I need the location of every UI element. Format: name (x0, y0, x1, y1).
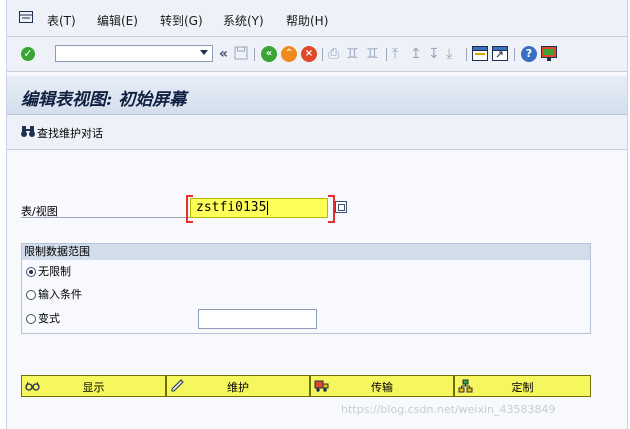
cancel-icon[interactable]: × (301, 46, 317, 62)
enter-icon[interactable]: ✓ (21, 47, 35, 61)
application-toolbar: 查找维护对话 (7, 115, 627, 150)
command-field[interactable] (55, 45, 213, 62)
radio-label: 无限制 (38, 265, 71, 278)
toolbar-separator (322, 48, 323, 61)
collapse-icon[interactable]: « (219, 46, 228, 62)
required-field-marker (328, 195, 335, 223)
menu-goto[interactable]: 转到(G) (160, 12, 203, 29)
maintain-button-label: 维护 (227, 381, 249, 394)
restrict-data-range-group: 限制数据范围 无限制 输入条件 变式 (21, 243, 591, 334)
system-menu-icon[interactable] (19, 11, 33, 23)
customize-button[interactable]: 定制 (454, 375, 591, 397)
sap-window: 表(T) 编辑(E) 转到(G) 系统(Y) 帮助(H) ✓ « « ⌃ × ⎙… (6, 0, 628, 429)
group-title: 限制数据范围 (22, 244, 590, 260)
radio-variant[interactable]: 变式 (26, 311, 60, 327)
title-bar: 编辑表视图: 初始屏幕 (7, 76, 627, 115)
label-underline (21, 217, 191, 218)
radio-no-restriction[interactable]: 无限制 (26, 264, 71, 280)
help-icon[interactable]: ? (521, 46, 537, 62)
next-page-icon[interactable]: ↧ (428, 46, 440, 62)
toolbar-separator (466, 48, 467, 61)
create-session-icon[interactable] (472, 46, 488, 61)
command-field-dropdown-icon[interactable] (200, 50, 208, 55)
find-maintenance-dialog-button[interactable]: 查找维护对话 (37, 125, 103, 141)
display-button-label: 显示 (82, 381, 105, 394)
radio-label: 变式 (38, 312, 60, 325)
standard-toolbar: ✓ « « ⌃ × ⎙ ♊ ♊ ⤒ ↥ ↧ ⤓ ? (7, 37, 627, 72)
radio-enter-conditions[interactable]: 输入条件 (26, 287, 82, 303)
radio-label: 输入条件 (38, 288, 82, 301)
radio-button[interactable] (26, 290, 36, 300)
toolbar-separator (514, 48, 515, 61)
toolbar-separator (254, 48, 255, 61)
transport-button[interactable]: 传输 (310, 375, 454, 397)
menu-bar: 表(T) 编辑(E) 转到(G) 系统(Y) 帮助(H) (7, 0, 627, 37)
variant-input[interactable] (198, 309, 317, 329)
main-content: 表/视图 zstfi0135 限制数据范围 无限制 输入条件 变式 显示 维护 … (7, 150, 627, 429)
exit-icon[interactable]: ⌃ (281, 46, 297, 62)
find-icon[interactable]: ♊ (346, 46, 359, 62)
menu-system[interactable]: 系统(Y) (223, 12, 264, 29)
save-icon[interactable] (234, 46, 248, 60)
back-icon[interactable]: « (261, 46, 277, 62)
binoculars-icon[interactable] (21, 124, 35, 138)
maintain-button[interactable]: 维护 (166, 375, 310, 397)
menu-help[interactable]: 帮助(H) (286, 12, 328, 29)
shortcut-icon[interactable] (492, 46, 508, 61)
watermark: https://blog.csdn.net/weixin_43583849 (341, 403, 556, 416)
customize-button-label: 定制 (511, 381, 534, 394)
radio-button[interactable] (26, 314, 36, 324)
display-button[interactable]: 显示 (21, 375, 166, 397)
transport-button-label: 传输 (371, 381, 393, 394)
toolbar-separator (386, 48, 387, 61)
menu-table[interactable]: 表(T) (47, 12, 76, 29)
radio-button[interactable] (26, 267, 36, 277)
table-view-input[interactable]: zstfi0135 (190, 198, 328, 218)
page-title: 编辑表视图: 初始屏幕 (21, 90, 187, 110)
customize-layout-icon[interactable] (541, 46, 557, 62)
previous-page-icon[interactable]: ↥ (410, 46, 422, 62)
menu-edit[interactable]: 编辑(E) (97, 12, 138, 29)
value-help-icon[interactable] (335, 201, 347, 213)
last-page-icon[interactable]: ⤓ (446, 46, 452, 62)
find-next-icon[interactable]: ♊ (366, 46, 379, 62)
first-page-icon[interactable]: ⤒ (392, 46, 398, 62)
print-icon[interactable]: ⎙ (328, 46, 339, 62)
